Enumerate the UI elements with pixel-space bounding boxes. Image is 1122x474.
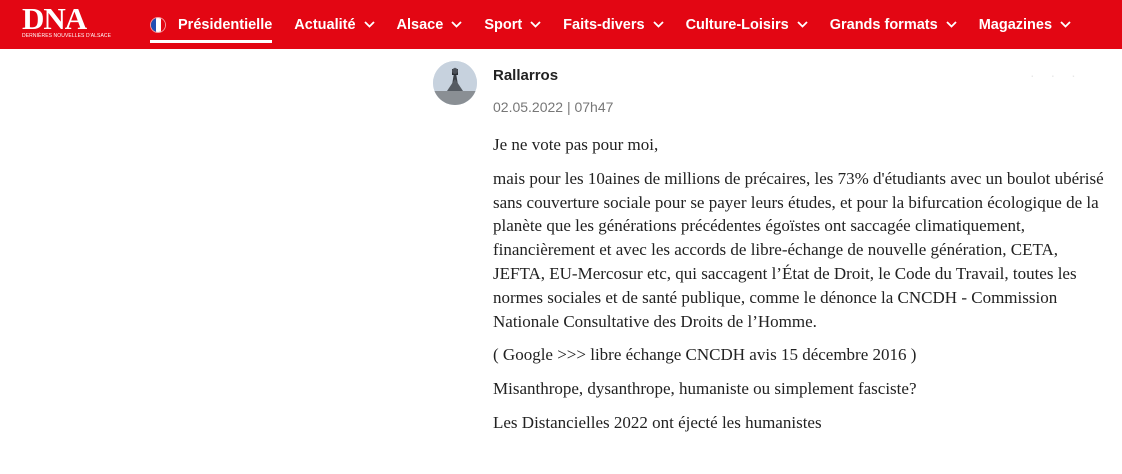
logo-text: DNA	[22, 1, 87, 36]
nav-item-label: Magazines	[978, 16, 1053, 33]
chevron-down-icon	[530, 21, 541, 28]
comment-paragraph: mais pour les 10aines de millions de pré…	[493, 168, 1104, 331]
top-navigation-bar: DNA DERNIÈRES NOUVELLES D'ALSACE Préside…	[0, 0, 1122, 49]
nav-item-label: Faits-divers	[563, 16, 645, 33]
nav-item-label: Grands formats	[829, 16, 938, 33]
more-options-icon[interactable]: · · ·	[1030, 67, 1082, 83]
comment-paragraph: Les Distancielles 2022 ont éjecté les hu…	[493, 412, 822, 432]
comment-paragraph: Misanthrope, dysanthrope, humaniste ou s…	[493, 379, 917, 399]
chevron-down-icon	[451, 21, 462, 28]
nav-item-alsace[interactable]: Alsace	[397, 0, 463, 49]
nav-item-grands-formats[interactable]: Grands formats	[830, 0, 957, 49]
nav-item-label: Actualité	[294, 16, 356, 33]
nav-item-label: Culture-Loisirs	[685, 16, 789, 33]
nav-item-faits-divers[interactable]: Faits-divers	[563, 0, 664, 49]
chevron-down-icon	[797, 21, 808, 28]
avatar-image	[433, 61, 477, 105]
nav-item-actualite[interactable]: Actualité	[294, 0, 375, 49]
comment-paragraph: Je ne vote pas pour moi,	[493, 135, 659, 154]
chevron-down-icon	[946, 21, 957, 28]
chevron-down-icon	[1060, 21, 1071, 28]
chevron-down-icon	[363, 21, 375, 28]
france-flag-icon	[150, 16, 166, 33]
logo-subtitle: DERNIÈRES NOUVELLES D'ALSACE	[22, 33, 112, 39]
comment-paragraph: ( Google >>> libre échange CNCDH avis 15…	[493, 345, 917, 365]
nav-item-sport[interactable]: Sport	[484, 0, 541, 49]
main-nav: Présidentielle Actualité Alsace Sport Fa…	[150, 0, 1093, 49]
nav-item-presidentielle[interactable]: Présidentielle	[150, 0, 273, 49]
nav-item-label: Sport	[484, 16, 523, 33]
nav-item-magazines[interactable]: Magazines	[979, 0, 1071, 49]
avatar[interactable]	[433, 61, 477, 105]
comment-author[interactable]: Rallarros	[493, 67, 558, 84]
chevron-down-icon	[652, 21, 664, 28]
nav-item-culture-loisirs[interactable]: Culture-Loisirs	[686, 0, 808, 49]
dna-logo[interactable]: DNA DERNIÈRES NOUVELLES D'ALSACE	[22, 1, 112, 42]
comment-date: 02.05.2022 | 07h47	[493, 99, 614, 115]
nav-item-label: Présidentielle	[178, 16, 273, 33]
comment-body: Je ne vote pas pour moi, mais pour les 1…	[493, 133, 1105, 445]
nav-item-label: Alsace	[396, 16, 444, 33]
